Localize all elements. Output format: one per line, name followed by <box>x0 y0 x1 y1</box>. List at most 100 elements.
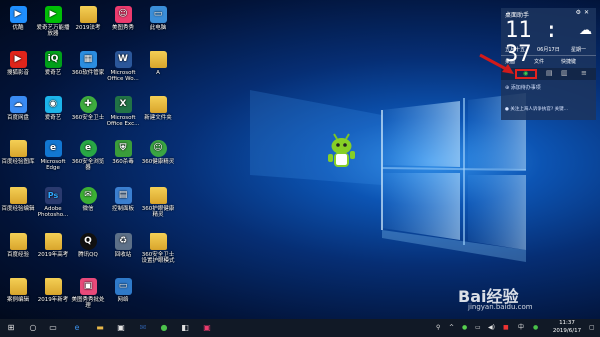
icon-label: 360软件管家 <box>71 70 105 76</box>
baidu-netdisk-icon: ☁ <box>9 96 27 113</box>
icon-label: 百度经验 <box>6 252 29 258</box>
tab-files[interactable]: 文件 <box>534 58 544 65</box>
windows-icon: ⊞ <box>7 323 15 332</box>
desktop-icon-excel[interactable]: X Microsoft Office Exc... <box>105 96 141 128</box>
desktop-icon-folder[interactable]: 新建文件夹 <box>140 96 176 121</box>
taskbar-file-explorer[interactable]: ▬ <box>93 322 107 334</box>
taskbar-meitu[interactable]: ▣ <box>200 322 214 334</box>
search-icon: ○ <box>29 323 37 332</box>
folder-icon <box>9 187 27 204</box>
edge-icon: e <box>74 323 80 332</box>
360-health-icon: ☺ <box>149 140 167 157</box>
360-icon: ● <box>160 323 168 332</box>
desktop: ▶ 优酷 ▶ 搜狐影音 ☁ 百度网盘 百度经验图库 百度经验编辑 百度经验 案例编辑 … <box>0 0 600 337</box>
desktop-icon-360-software[interactable]: ▦ 360软件管家 <box>70 51 106 76</box>
mascot-icon[interactable] <box>325 133 359 171</box>
desktop-icon-folder[interactable]: 360安全卫士设置护眼模式 <box>140 233 176 265</box>
icon-label: 360安全卫士设置护眼模式 <box>141 252 175 265</box>
desktop-icon-iqiyi-app[interactable]: ◉ 爱奇艺 <box>35 96 71 121</box>
desktop-icon-recycle-bin[interactable]: ♻ 回收站 <box>105 233 141 258</box>
desktop-icon-network[interactable]: ▭ 网络 <box>105 278 141 303</box>
360-software-icon: ▦ <box>79 51 97 68</box>
widget-weekday: 星期一 <box>571 47 587 53</box>
desktop-icon-this-pc[interactable]: ▭ 此电脑 <box>140 6 176 31</box>
photoshop-icon: Ps <box>44 187 62 204</box>
desktop-icon-folder[interactable]: 360护眼健康精灵 <box>140 187 176 219</box>
desktop-icon-edge[interactable]: e Microsoft Edge <box>35 140 71 172</box>
taskbar-photos[interactable]: ◧ <box>178 322 192 334</box>
desktop-icon-folder[interactable]: 百度经验编辑 <box>0 187 36 212</box>
add-todo-link[interactable]: ⊕ 添加待办事项 <box>505 84 541 91</box>
widget-date: 06月17日 <box>537 47 560 53</box>
desktop-icon-wechat[interactable]: ✉ 微信 <box>70 187 106 212</box>
chevron-up-icon[interactable]: ^ <box>449 323 454 333</box>
grid-icon[interactable]: ▤ <box>546 69 553 77</box>
desktop-icon-iqiyi-player[interactable]: ▶ 爱奇艺万能播放器 <box>35 6 71 38</box>
menu-icon[interactable]: ≡ <box>581 69 587 77</box>
desktop-icon-folder[interactable]: 百度经验图库 <box>0 140 36 165</box>
desktop-icon-meitu[interactable]: ☺ 美图秀秀 <box>105 6 141 31</box>
desktop-icon-folder[interactable]: 2019年高考 <box>35 233 71 258</box>
desktop-icon-word[interactable]: W Microsoft Office Wo... <box>105 51 141 83</box>
icon-label: 百度经验图库 <box>1 159 35 165</box>
clock-time: 11:37 <box>559 320 575 326</box>
desktop-icon-folder[interactable]: A <box>140 51 176 76</box>
icon-label: 美图秀秀批处理 <box>71 297 105 310</box>
task-view-button[interactable]: ▭ <box>46 322 60 334</box>
photos-icon: ◧ <box>181 323 189 332</box>
start-button[interactable]: ⊞ <box>4 322 18 334</box>
desktop-icon-qq[interactable]: Q 腾讯QQ <box>70 233 106 258</box>
highlighted-eye-button[interactable]: ◉ <box>515 69 537 79</box>
desktop-icon-iqiyi[interactable]: iQ 爱奇艺 <box>35 51 71 76</box>
desktop-icon-sohu[interactable]: ▶ 搜狐影音 <box>0 51 36 76</box>
tab-shortcuts[interactable]: 快捷键 <box>561 58 576 65</box>
desktop-icon-youku[interactable]: ▶ 优酷 <box>0 6 36 31</box>
desktop-icon-baidu-netdisk[interactable]: ☁ 百度网盘 <box>0 96 36 121</box>
folder-icon <box>79 6 97 23</box>
icon-label: 优酷 <box>12 25 24 31</box>
folder-icon <box>149 187 167 204</box>
desktop-icon-folder[interactable]: 百度经验 <box>0 233 36 258</box>
desktop-icon-folder[interactable]: 案例编辑 <box>0 278 36 303</box>
desktop-icon-meitu-batch[interactable]: ▣ 美图秀秀批处理 <box>70 278 106 310</box>
annotation-arrow-icon <box>479 53 514 74</box>
taskbar-store[interactable]: ▣ <box>114 322 128 334</box>
excel-icon: X <box>114 96 132 113</box>
desktop-icon-360-browser[interactable]: e 360安全浏览器 <box>70 140 106 172</box>
volume-icon[interactable]: ◀) <box>488 323 495 333</box>
ime-indicator[interactable]: 中 <box>518 323 524 333</box>
network-icon: ▭ <box>114 278 132 295</box>
cloud-icon: ☁ <box>579 23 592 38</box>
desktop-icon-control-panel[interactable]: ▤ 控制面板 <box>105 187 141 212</box>
taskbar-clock[interactable]: 11:37 2019/6/17 <box>548 320 586 335</box>
clock-date: 2019/6/17 <box>552 327 582 334</box>
icon-label: Microsoft Edge <box>40 159 66 172</box>
taskbar: ⊞ ○ ▭ e ▬ ▣ ✉ ● ◧ ▣ ⚲ ^ ● ▭ ◀) ■ 中 ● 11:… <box>0 319 600 337</box>
360-antivirus-icon: ⛨ <box>114 140 132 157</box>
taskbar-edge[interactable]: e <box>70 322 84 334</box>
desktop-icon-360-security[interactable]: ✚ 360安全卫士 <box>70 96 106 121</box>
notification-icon[interactable]: ▢ <box>589 323 595 333</box>
list-icon[interactable]: ▥ <box>561 69 568 77</box>
mail-icon: ✉ <box>139 323 147 332</box>
network-tray-icon[interactable]: ▭ <box>475 323 481 333</box>
search-button[interactable]: ○ <box>26 322 40 334</box>
tray-app-icon[interactable]: ■ <box>503 323 509 333</box>
desktop-icon-360-antivirus[interactable]: ⛨ 360杀毒 <box>105 140 141 165</box>
icon-label: 此电脑 <box>149 25 167 31</box>
icon-label: 360安全浏览器 <box>71 159 105 172</box>
people-icon[interactable]: ⚲ <box>436 323 440 333</box>
desktop-icon-folder[interactable]: 2019法考 <box>70 6 106 31</box>
folder-icon <box>9 278 27 295</box>
taskbar-mail[interactable]: ✉ <box>136 322 150 334</box>
iqiyi-icon: iQ <box>44 51 62 68</box>
tray-360-icon[interactable]: ● <box>462 323 467 333</box>
desktop-icon-360-health[interactable]: ☺ 360健康精灵 <box>140 140 176 165</box>
news-ticker[interactable]: ● 关注上海人诉争执官? 关键... <box>505 106 568 112</box>
tray-green-icon[interactable]: ● <box>533 323 538 333</box>
icon-label: 案例编辑 <box>6 297 29 303</box>
desktop-icon-folder[interactable]: 2019年新考 <box>35 278 71 303</box>
desktop-icon-photoshop[interactable]: Ps Adobe Photosho... <box>35 187 71 219</box>
taskbar-360[interactable]: ● <box>157 322 171 334</box>
widget-controls[interactable]: ⚙✕ <box>576 9 592 16</box>
